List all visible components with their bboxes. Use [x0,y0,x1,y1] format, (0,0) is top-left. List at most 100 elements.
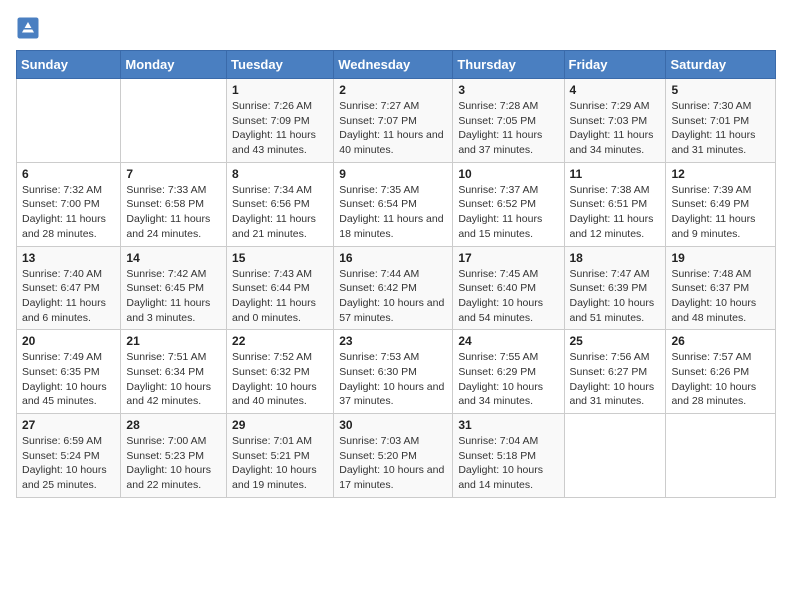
day-number: 5 [671,83,770,97]
day-info: Sunrise: 7:35 AM Sunset: 6:54 PM Dayligh… [339,183,447,242]
day-info: Sunrise: 7:00 AM Sunset: 5:23 PM Dayligh… [126,434,221,493]
calendar-cell: 25 Sunrise: 7:56 AM Sunset: 6:27 PM Dayli… [564,330,666,414]
calendar-cell: 15 Sunrise: 7:43 AM Sunset: 6:44 PM Dayli… [227,246,334,330]
calendar-cell [121,79,227,163]
calendar-week-row: 13Sunrise: 7:40 AM Sunset: 6:47 PM Dayli… [17,246,776,330]
header-cell-monday: Monday [121,51,227,79]
calendar-cell: 29 Sunrise: 7:01 AM Sunset: 5:21 PM Dayli… [227,414,334,498]
calendar-cell [17,79,121,163]
day-number: 8 [232,167,328,181]
day-info: Sunrise: 7:30 AM Sunset: 7:01 PM Dayligh… [671,99,770,158]
header-cell-wednesday: Wednesday [334,51,453,79]
calendar-week-row: 20Sunrise: 7:49 AM Sunset: 6:35 PM Dayli… [17,330,776,414]
day-number: 28 [126,418,221,432]
day-info: Sunrise: 7:28 AM Sunset: 7:05 PM Dayligh… [458,99,558,158]
calendar-header-row: SundayMondayTuesdayWednesdayThursdayFrid… [17,51,776,79]
day-info: Sunrise: 7:55 AM Sunset: 6:29 PM Dayligh… [458,350,558,409]
day-info: Sunrise: 7:48 AM Sunset: 6:37 PM Dayligh… [671,267,770,326]
day-info: Sunrise: 7:47 AM Sunset: 6:39 PM Dayligh… [570,267,661,326]
calendar-cell: 20Sunrise: 7:49 AM Sunset: 6:35 PM Dayli… [17,330,121,414]
calendar-cell: 3 Sunrise: 7:28 AM Sunset: 7:05 PM Daylig… [453,79,564,163]
calendar-cell: 17 Sunrise: 7:45 AM Sunset: 6:40 PM Dayli… [453,246,564,330]
calendar-cell: 1 Sunrise: 7:26 AM Sunset: 7:09 PM Daylig… [227,79,334,163]
calendar-cell: 19 Sunrise: 7:48 AM Sunset: 6:37 PM Dayli… [666,246,776,330]
day-number: 11 [570,167,661,181]
day-info: Sunrise: 7:01 AM Sunset: 5:21 PM Dayligh… [232,434,328,493]
day-number: 23 [339,334,447,348]
calendar-cell: 12Sunrise: 7:39 AM Sunset: 6:49 PM Dayli… [666,162,776,246]
day-info: Sunrise: 7:56 AM Sunset: 6:27 PM Dayligh… [570,350,661,409]
header-cell-saturday: Saturday [666,51,776,79]
day-info: Sunrise: 7:37 AM Sunset: 6:52 PM Dayligh… [458,183,558,242]
header-cell-thursday: Thursday [453,51,564,79]
day-number: 20 [22,334,115,348]
calendar-table: SundayMondayTuesdayWednesdayThursdayFrid… [16,50,776,498]
day-number: 4 [570,83,661,97]
day-number: 25 [570,334,661,348]
day-number: 15 [232,251,328,265]
day-info: Sunrise: 7:33 AM Sunset: 6:58 PM Dayligh… [126,183,221,242]
day-number: 9 [339,167,447,181]
day-info: Sunrise: 7:04 AM Sunset: 5:18 PM Dayligh… [458,434,558,493]
day-number: 19 [671,251,770,265]
day-number: 17 [458,251,558,265]
day-info: Sunrise: 7:51 AM Sunset: 6:34 PM Dayligh… [126,350,221,409]
day-info: Sunrise: 7:45 AM Sunset: 6:40 PM Dayligh… [458,267,558,326]
calendar-cell: 11 Sunrise: 7:38 AM Sunset: 6:51 PM Dayli… [564,162,666,246]
page-header [16,16,776,40]
calendar-cell: 9 Sunrise: 7:35 AM Sunset: 6:54 PM Daylig… [334,162,453,246]
day-info: Sunrise: 7:39 AM Sunset: 6:49 PM Dayligh… [671,183,770,242]
calendar-cell: 27Sunrise: 6:59 AM Sunset: 5:24 PM Dayli… [17,414,121,498]
day-number: 1 [232,83,328,97]
calendar-body: 1 Sunrise: 7:26 AM Sunset: 7:09 PM Daylig… [17,79,776,498]
header-cell-friday: Friday [564,51,666,79]
calendar-cell: 16 Sunrise: 7:44 AM Sunset: 6:42 PM Dayli… [334,246,453,330]
header-cell-sunday: Sunday [17,51,121,79]
day-number: 13 [22,251,115,265]
day-number: 29 [232,418,328,432]
day-number: 7 [126,167,221,181]
day-number: 27 [22,418,115,432]
day-number: 2 [339,83,447,97]
day-info: Sunrise: 7:53 AM Sunset: 6:30 PM Dayligh… [339,350,447,409]
day-info: Sunrise: 7:38 AM Sunset: 6:51 PM Dayligh… [570,183,661,242]
day-info: Sunrise: 7:43 AM Sunset: 6:44 PM Dayligh… [232,267,328,326]
day-info: Sunrise: 7:26 AM Sunset: 7:09 PM Dayligh… [232,99,328,158]
calendar-header: SundayMondayTuesdayWednesdayThursdayFrid… [17,51,776,79]
day-number: 22 [232,334,328,348]
calendar-week-row: 1 Sunrise: 7:26 AM Sunset: 7:09 PM Daylig… [17,79,776,163]
day-number: 18 [570,251,661,265]
day-number: 6 [22,167,115,181]
day-number: 30 [339,418,447,432]
calendar-week-row: 6Sunrise: 7:32 AM Sunset: 7:00 PM Daylig… [17,162,776,246]
day-number: 3 [458,83,558,97]
calendar-cell: 22 Sunrise: 7:52 AM Sunset: 6:32 PM Dayli… [227,330,334,414]
calendar-cell: 14Sunrise: 7:42 AM Sunset: 6:45 PM Dayli… [121,246,227,330]
calendar-cell: 7 Sunrise: 7:33 AM Sunset: 6:58 PM Daylig… [121,162,227,246]
day-info: Sunrise: 7:57 AM Sunset: 6:26 PM Dayligh… [671,350,770,409]
calendar-cell: 6Sunrise: 7:32 AM Sunset: 7:00 PM Daylig… [17,162,121,246]
day-number: 16 [339,251,447,265]
calendar-cell: 31 Sunrise: 7:04 AM Sunset: 5:18 PM Dayli… [453,414,564,498]
day-info: Sunrise: 7:44 AM Sunset: 6:42 PM Dayligh… [339,267,447,326]
header-cell-tuesday: Tuesday [227,51,334,79]
calendar-cell: 26 Sunrise: 7:57 AM Sunset: 6:26 PM Dayli… [666,330,776,414]
day-info: Sunrise: 7:27 AM Sunset: 7:07 PM Dayligh… [339,99,447,158]
logo-icon [16,16,40,40]
day-info: Sunrise: 7:42 AM Sunset: 6:45 PM Dayligh… [126,267,221,326]
calendar-cell: 28 Sunrise: 7:00 AM Sunset: 5:23 PM Dayli… [121,414,227,498]
day-number: 31 [458,418,558,432]
calendar-cell: 4 Sunrise: 7:29 AM Sunset: 7:03 PM Daylig… [564,79,666,163]
day-number: 26 [671,334,770,348]
calendar-cell: 8Sunrise: 7:34 AM Sunset: 6:56 PM Daylig… [227,162,334,246]
day-number: 10 [458,167,558,181]
calendar-cell: 13Sunrise: 7:40 AM Sunset: 6:47 PM Dayli… [17,246,121,330]
calendar-cell: 5 Sunrise: 7:30 AM Sunset: 7:01 PM Daylig… [666,79,776,163]
day-info: Sunrise: 7:52 AM Sunset: 6:32 PM Dayligh… [232,350,328,409]
calendar-week-row: 27Sunrise: 6:59 AM Sunset: 5:24 PM Dayli… [17,414,776,498]
day-info: Sunrise: 7:29 AM Sunset: 7:03 PM Dayligh… [570,99,661,158]
calendar-cell: 10 Sunrise: 7:37 AM Sunset: 6:52 PM Dayli… [453,162,564,246]
calendar-cell: 21Sunrise: 7:51 AM Sunset: 6:34 PM Dayli… [121,330,227,414]
calendar-cell: 24Sunrise: 7:55 AM Sunset: 6:29 PM Dayli… [453,330,564,414]
calendar-cell: 18 Sunrise: 7:47 AM Sunset: 6:39 PM Dayli… [564,246,666,330]
